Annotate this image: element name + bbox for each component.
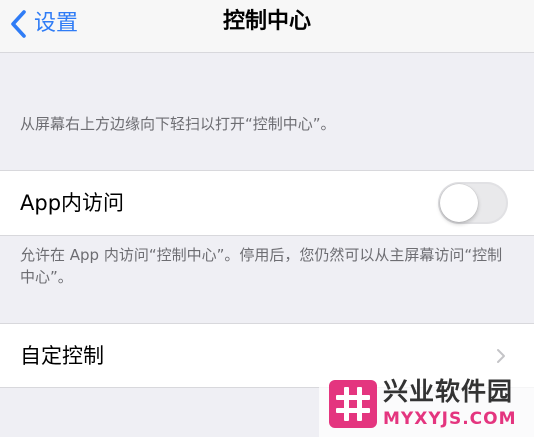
app-access-label: App内访问 [20,191,125,215]
page-title: 控制中心 [222,9,311,34]
watermark: 兴业软件园 MYXYJS.COM [319,372,534,437]
toggle-knob [440,184,478,222]
section-header-text: 从屏幕右上方边缘向下轻扫以打开“控制中心”。 [20,115,336,133]
app-access-row: App内访问 [0,170,534,236]
chevron-right-icon [497,348,505,363]
navigation-bar: 设置 控制中心 [0,0,534,53]
hash-logo-icon [329,380,377,428]
watermark-site-name: 兴业软件园 [383,377,514,406]
customize-controls-label: 自定控制 [20,343,104,368]
watermark-domain: MYXYJS.COM [383,409,517,429]
app-access-toggle[interactable] [438,182,508,224]
app-access-footer-text: 允许在 App 内访问“控制中心”。停用后，您仍然可以从主屏幕访问“控制中心”。 [20,246,503,286]
